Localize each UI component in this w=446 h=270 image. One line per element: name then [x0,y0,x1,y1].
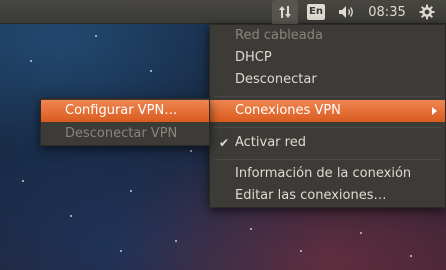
menu-item-wired-network-header: Red cableada [235,28,323,43]
sound-indicator[interactable] [334,0,360,24]
menu-item-configure-vpn[interactable]: Configurar VPN… [41,100,209,122]
network-menu: Red cableada DHCP Desconectar Conexiones… [209,24,446,208]
top-panel: En 08:35 [0,0,446,24]
menu-item-edit-connections[interactable]: Editar las conexiones… [210,185,445,207]
keyboard-language-indicator[interactable]: En [304,0,328,24]
vpn-submenu: Configurar VPN… Desconectar VPN [40,98,210,146]
menu-item-dhcp[interactable]: DHCP [210,47,445,69]
menu-item-vpn-connections[interactable]: Conexiones VPN [210,100,445,122]
menu-item-vpn-connections-label: Conexiones VPN [235,103,341,118]
menu-item-enable-networking[interactable]: ✔ Activar red [210,132,445,154]
menu-item-disconnect[interactable]: Desconectar [210,69,445,91]
menu-separator [214,159,441,160]
checkmark-icon: ✔ [219,136,230,150]
menu-separator [214,127,441,128]
menu-item-disconnect-vpn: Desconectar VPN [65,126,178,141]
keyboard-language-icon: En [307,4,325,20]
network-updown-icon [279,6,291,18]
menu-separator [214,96,441,97]
network-indicator[interactable] [272,0,298,24]
submenu-arrow-icon [432,107,437,115]
volume-icon [339,6,353,18]
menu-item-enable-networking-label: Activar red [235,135,306,150]
gear-icon [419,4,435,20]
session-indicator[interactable] [414,0,440,24]
clock[interactable]: 08:35 [364,0,410,24]
menu-item-connection-information[interactable]: Información de la conexión [210,163,445,185]
